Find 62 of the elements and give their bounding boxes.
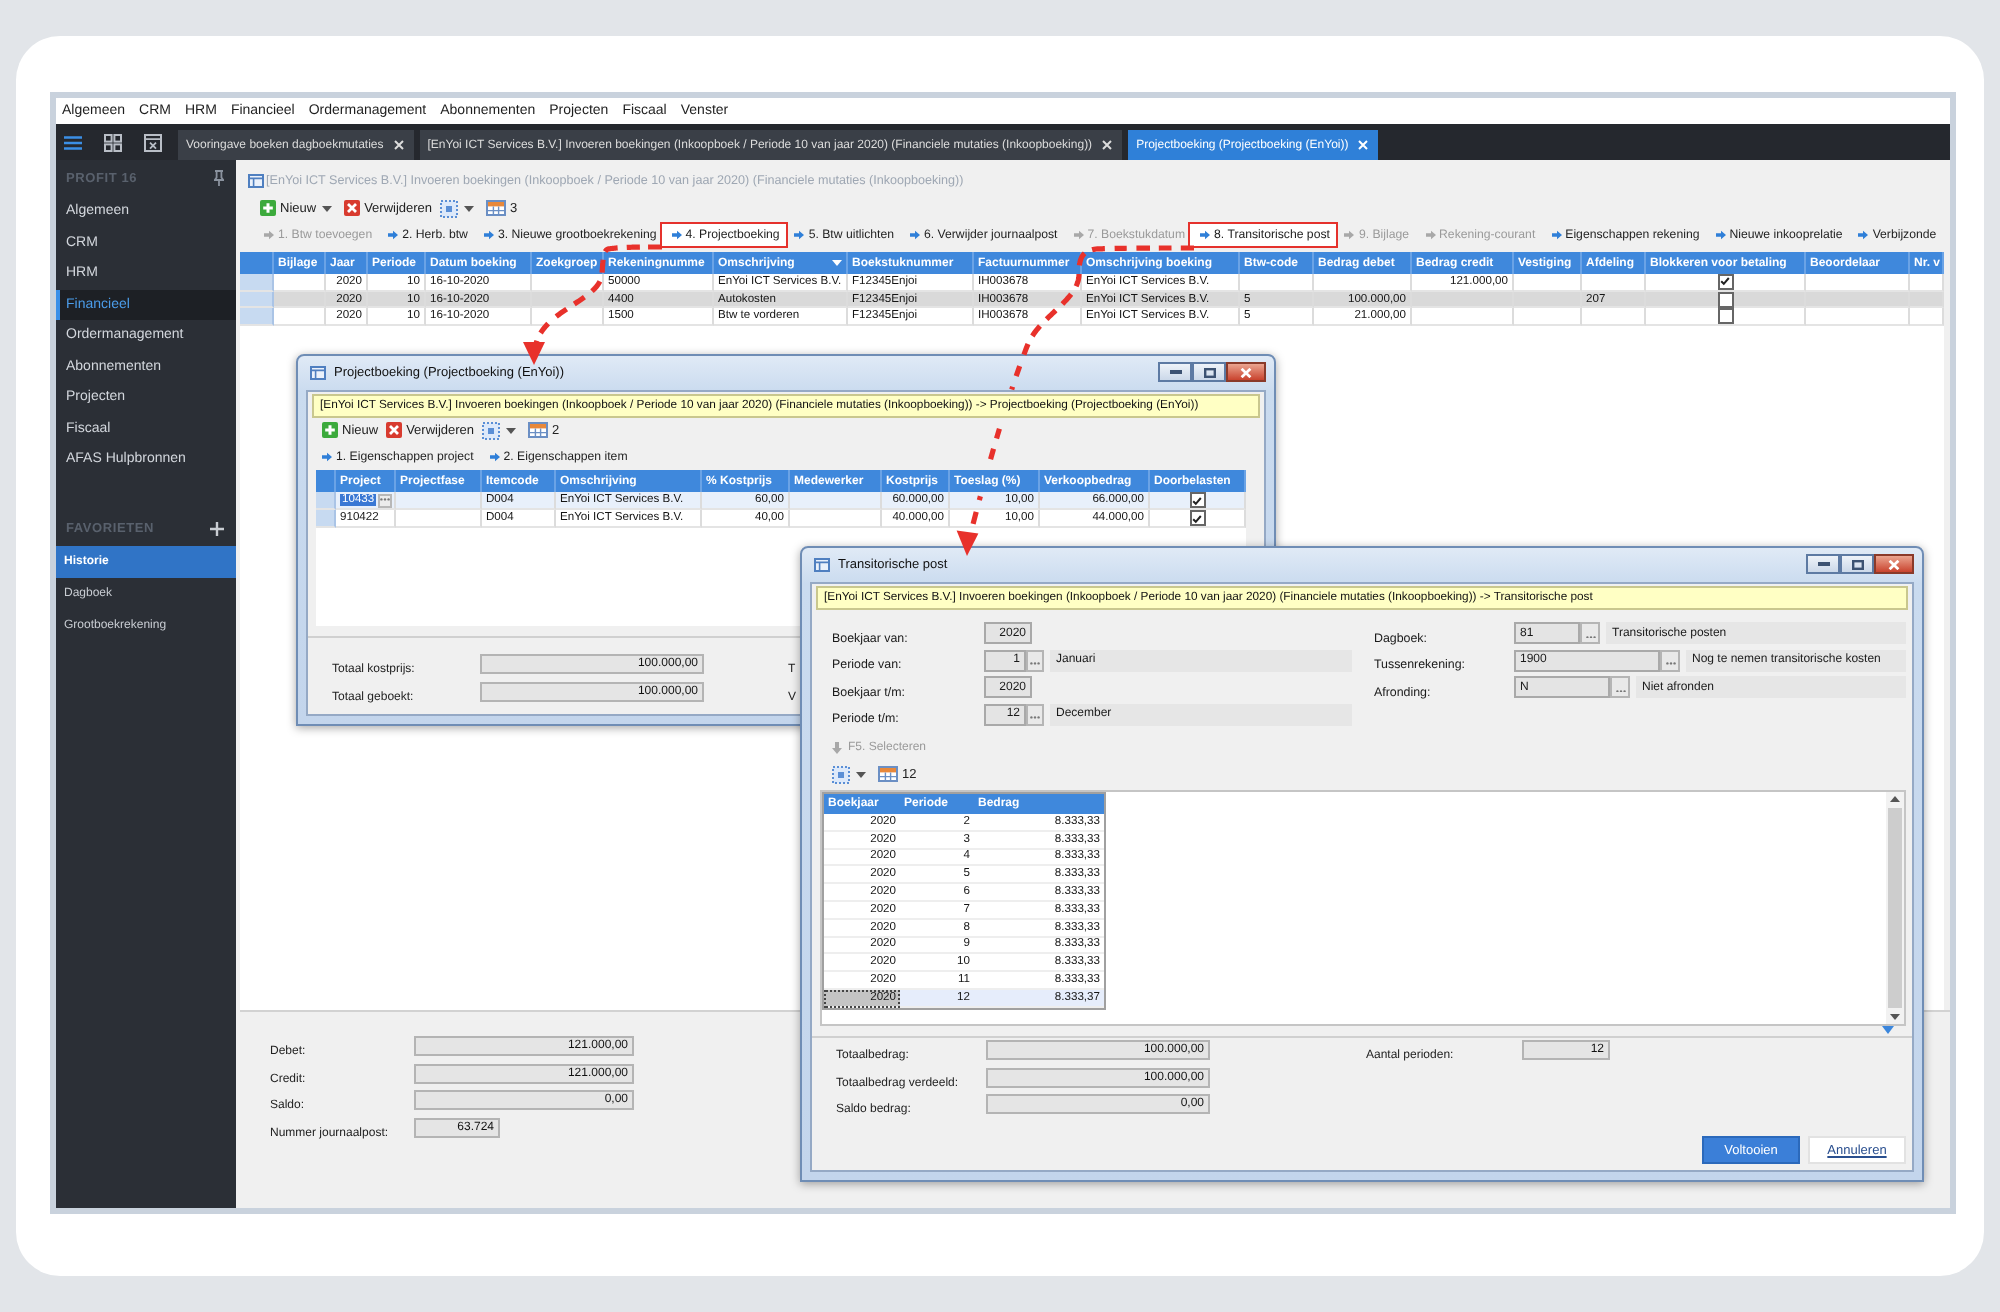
grid-icon[interactable] bbox=[104, 133, 122, 151]
arrow-icon bbox=[1344, 229, 1355, 239]
window-icon bbox=[248, 173, 264, 187]
close-button[interactable] bbox=[1226, 362, 1266, 382]
lookup-button[interactable] bbox=[378, 493, 393, 507]
arrow-icon bbox=[322, 451, 332, 461]
menu-icon[interactable] bbox=[64, 135, 82, 149]
arrow-icon bbox=[1200, 229, 1211, 239]
dotted-square-icon[interactable] bbox=[832, 765, 850, 783]
arrow-icon bbox=[1858, 229, 1869, 239]
caret-icon[interactable] bbox=[322, 205, 333, 211]
arrow-icon bbox=[489, 451, 500, 461]
caret-icon[interactable] bbox=[506, 427, 517, 433]
arrow-icon bbox=[483, 229, 494, 239]
scrollbar-thumb[interactable] bbox=[1888, 808, 1902, 1008]
close-icon[interactable] bbox=[1102, 140, 1113, 150]
pin-icon[interactable] bbox=[214, 170, 224, 186]
add-icon bbox=[322, 422, 338, 438]
header-corner bbox=[240, 252, 274, 274]
maximize-button[interactable] bbox=[1192, 362, 1226, 382]
caret-icon[interactable] bbox=[464, 205, 475, 211]
dotted-square-icon[interactable] bbox=[482, 421, 501, 439]
arrow-icon bbox=[1715, 229, 1726, 239]
checkbox[interactable] bbox=[1189, 492, 1205, 508]
minimize-button[interactable] bbox=[1158, 362, 1192, 382]
maximize-icon bbox=[1851, 559, 1863, 569]
window-icon bbox=[310, 366, 326, 380]
add-icon bbox=[260, 200, 276, 216]
scrollbar[interactable] bbox=[1886, 792, 1904, 1024]
arrow-icon bbox=[388, 229, 399, 239]
arrow-icon bbox=[1073, 229, 1084, 239]
checkbox[interactable] bbox=[1717, 308, 1733, 325]
arrow-icon bbox=[264, 229, 274, 239]
minimize-icon bbox=[1169, 370, 1181, 374]
close-icon bbox=[1240, 367, 1252, 377]
window-icon bbox=[814, 558, 830, 572]
checkbox[interactable] bbox=[1189, 510, 1205, 526]
maximize-icon bbox=[1203, 367, 1215, 377]
close-icon bbox=[1888, 559, 1900, 569]
dotted-square-icon[interactable] bbox=[440, 199, 459, 217]
arrow-icon bbox=[794, 229, 805, 239]
table-icon bbox=[486, 200, 507, 216]
arrow-down-icon bbox=[832, 742, 842, 754]
close-button[interactable] bbox=[1874, 554, 1914, 574]
caret-icon[interactable] bbox=[832, 260, 842, 266]
table-icon bbox=[878, 766, 898, 782]
arrow-icon bbox=[1551, 229, 1562, 239]
arrow-icon bbox=[671, 229, 682, 239]
add-icon[interactable] bbox=[210, 522, 224, 536]
minimize-button[interactable] bbox=[1806, 554, 1840, 574]
maximize-button[interactable] bbox=[1840, 554, 1874, 574]
close-icon[interactable] bbox=[393, 140, 404, 150]
arrow-icon bbox=[1425, 229, 1436, 239]
header-corner bbox=[316, 470, 336, 492]
window-x-icon[interactable] bbox=[144, 133, 162, 151]
caret-up-icon[interactable] bbox=[1890, 796, 1900, 802]
caret-icon[interactable] bbox=[856, 771, 866, 777]
minimize-icon bbox=[1817, 562, 1829, 566]
table-icon bbox=[528, 422, 549, 438]
delete-icon bbox=[344, 200, 361, 216]
delete-icon bbox=[386, 422, 403, 438]
arrow-icon bbox=[910, 229, 921, 239]
